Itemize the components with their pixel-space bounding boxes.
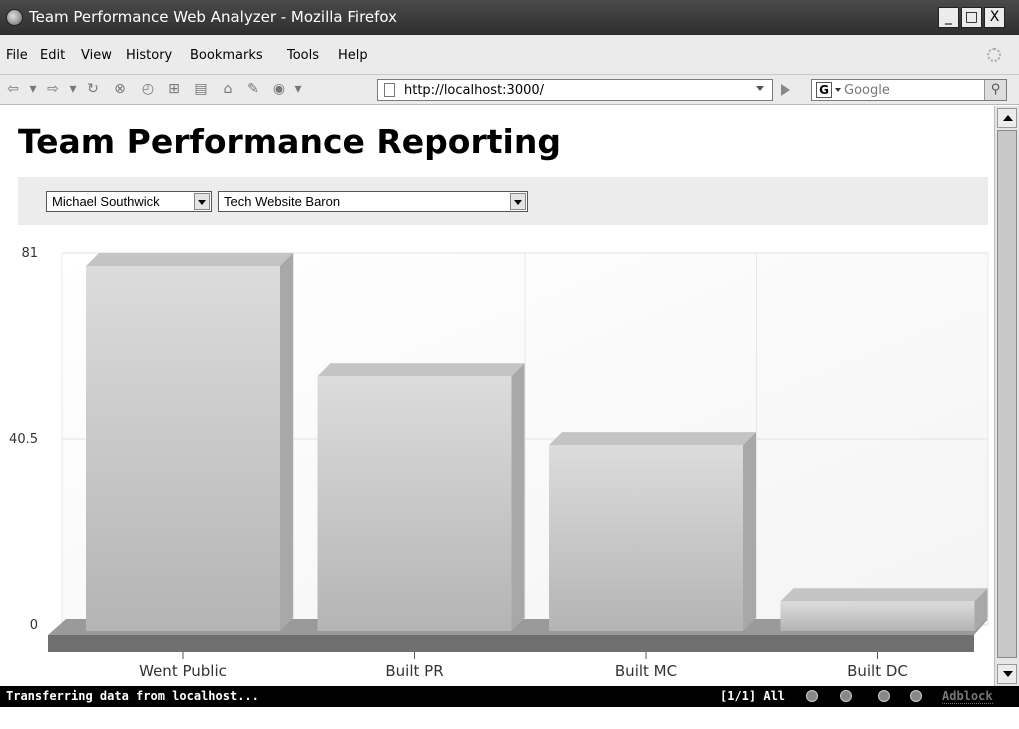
floor-front (48, 635, 974, 652)
tab-count[interactable]: [1/1] All (720, 689, 785, 703)
menu-edit[interactable]: Edit (40, 48, 65, 63)
bookmark-icon[interactable]: ✎ (244, 80, 262, 98)
filter-bar: Michael Southwick Tech Website Baron (18, 177, 988, 225)
x-tick-label: Built MC (615, 662, 677, 680)
url-dropdown-icon[interactable] (756, 86, 764, 91)
scroll-thumb[interactable] (997, 130, 1017, 658)
back-icon[interactable]: ⇦ (4, 80, 22, 98)
scroll-down-icon[interactable] (997, 664, 1017, 684)
status-check-icon[interactable] (878, 690, 890, 702)
reload-icon[interactable]: ↻ (84, 80, 102, 98)
url-text[interactable]: http://localhost:3000/ (404, 83, 544, 98)
search-box[interactable]: G Google ⚲ (811, 79, 1007, 101)
home-icon[interactable]: ⌂ (219, 80, 237, 98)
search-icon[interactable]: ⚲ (984, 80, 1006, 100)
google-icon[interactable]: G (816, 82, 832, 98)
bar (549, 432, 756, 631)
print-icon[interactable]: ▤ (192, 80, 210, 98)
globe-icon[interactable]: ◉ (270, 80, 288, 98)
title-bar: Team Performance Web Analyzer - Mozilla … (0, 0, 1019, 35)
y-tick-label: 40.5 (9, 432, 38, 447)
history-icon[interactable]: ◴ (139, 80, 157, 98)
navigation-toolbar: ⇦ ▾ ⇨ ▾ ↻ ⊗ ◴ ⊞ ▤ ⌂ ✎ ◉ ▾ http://localho… (0, 75, 1019, 105)
search-engine-dropdown-icon[interactable] (835, 88, 841, 92)
bar (780, 588, 988, 631)
menu-tools[interactable]: Tools (287, 48, 319, 63)
bar (86, 253, 293, 631)
bar-chart: 81 40.5 0 Went Public Built PR Built MC Built… (9, 246, 989, 680)
minimize-button[interactable]: _ (938, 7, 959, 28)
close-button[interactable]: X (984, 7, 1005, 28)
menu-history[interactable]: History (126, 48, 172, 63)
scroll-up-icon[interactable] (997, 108, 1017, 128)
forward-dropdown-icon[interactable]: ▾ (64, 80, 82, 98)
x-axis-labels: Went Public Built PR Built MC Built DC (139, 652, 908, 680)
user-select-value: Michael Southwick (52, 194, 160, 209)
user-select[interactable]: Michael Southwick (46, 191, 212, 212)
new-tab-icon[interactable]: ⊞ (165, 80, 183, 98)
x-tick-label: Built DC (847, 662, 908, 680)
firefox-icon (6, 9, 23, 26)
menu-bookmarks[interactable]: Bookmarks (190, 48, 263, 63)
y-tick-label: 81 (21, 246, 38, 261)
go-icon[interactable] (781, 84, 790, 96)
y-tick-label: 0 (30, 618, 38, 633)
maximize-button[interactable]: □ (961, 7, 982, 28)
stop-icon[interactable]: ⊗ (111, 80, 129, 98)
adblock-label[interactable]: Adblock (942, 689, 993, 704)
menu-bar: File Edit View History Bookmarks Tools H… (0, 35, 1019, 75)
page-title: Team Performance Reporting (18, 122, 561, 161)
window-title: Team Performance Web Analyzer - Mozilla … (29, 8, 398, 26)
x-tick-label: Went Public (139, 662, 227, 680)
globe-dropdown-icon[interactable]: ▾ (289, 80, 307, 98)
project-select[interactable]: Tech Website Baron (218, 191, 528, 212)
page-viewport: Team Performance Reporting Michael South… (0, 106, 994, 686)
status-bar: Transferring data from localhost... [1/1… (0, 686, 1019, 707)
y-axis-labels: 81 40.5 0 (9, 246, 38, 633)
status-robot-icon[interactable] (840, 690, 852, 702)
page-icon (384, 83, 395, 97)
search-input[interactable]: Google (844, 83, 890, 98)
status-addon-icon[interactable] (806, 690, 818, 702)
vertical-scrollbar[interactable] (994, 106, 1019, 686)
throbber-icon (987, 48, 1001, 62)
forward-icon[interactable]: ⇨ (44, 80, 62, 98)
menu-file[interactable]: File (6, 48, 28, 63)
bar (317, 363, 525, 631)
status-firefox-icon[interactable] (910, 690, 922, 702)
window-bottom (0, 707, 1019, 729)
status-text: Transferring data from localhost... (6, 689, 259, 703)
address-bar[interactable]: http://localhost:3000/ (377, 79, 773, 101)
chevron-down-icon[interactable] (194, 193, 210, 210)
menu-help[interactable]: Help (338, 48, 368, 63)
back-dropdown-icon[interactable]: ▾ (24, 80, 42, 98)
chevron-down-icon[interactable] (510, 193, 526, 210)
project-select-value: Tech Website Baron (224, 194, 341, 209)
menu-view[interactable]: View (81, 48, 112, 63)
x-tick-label: Built PR (385, 662, 443, 680)
